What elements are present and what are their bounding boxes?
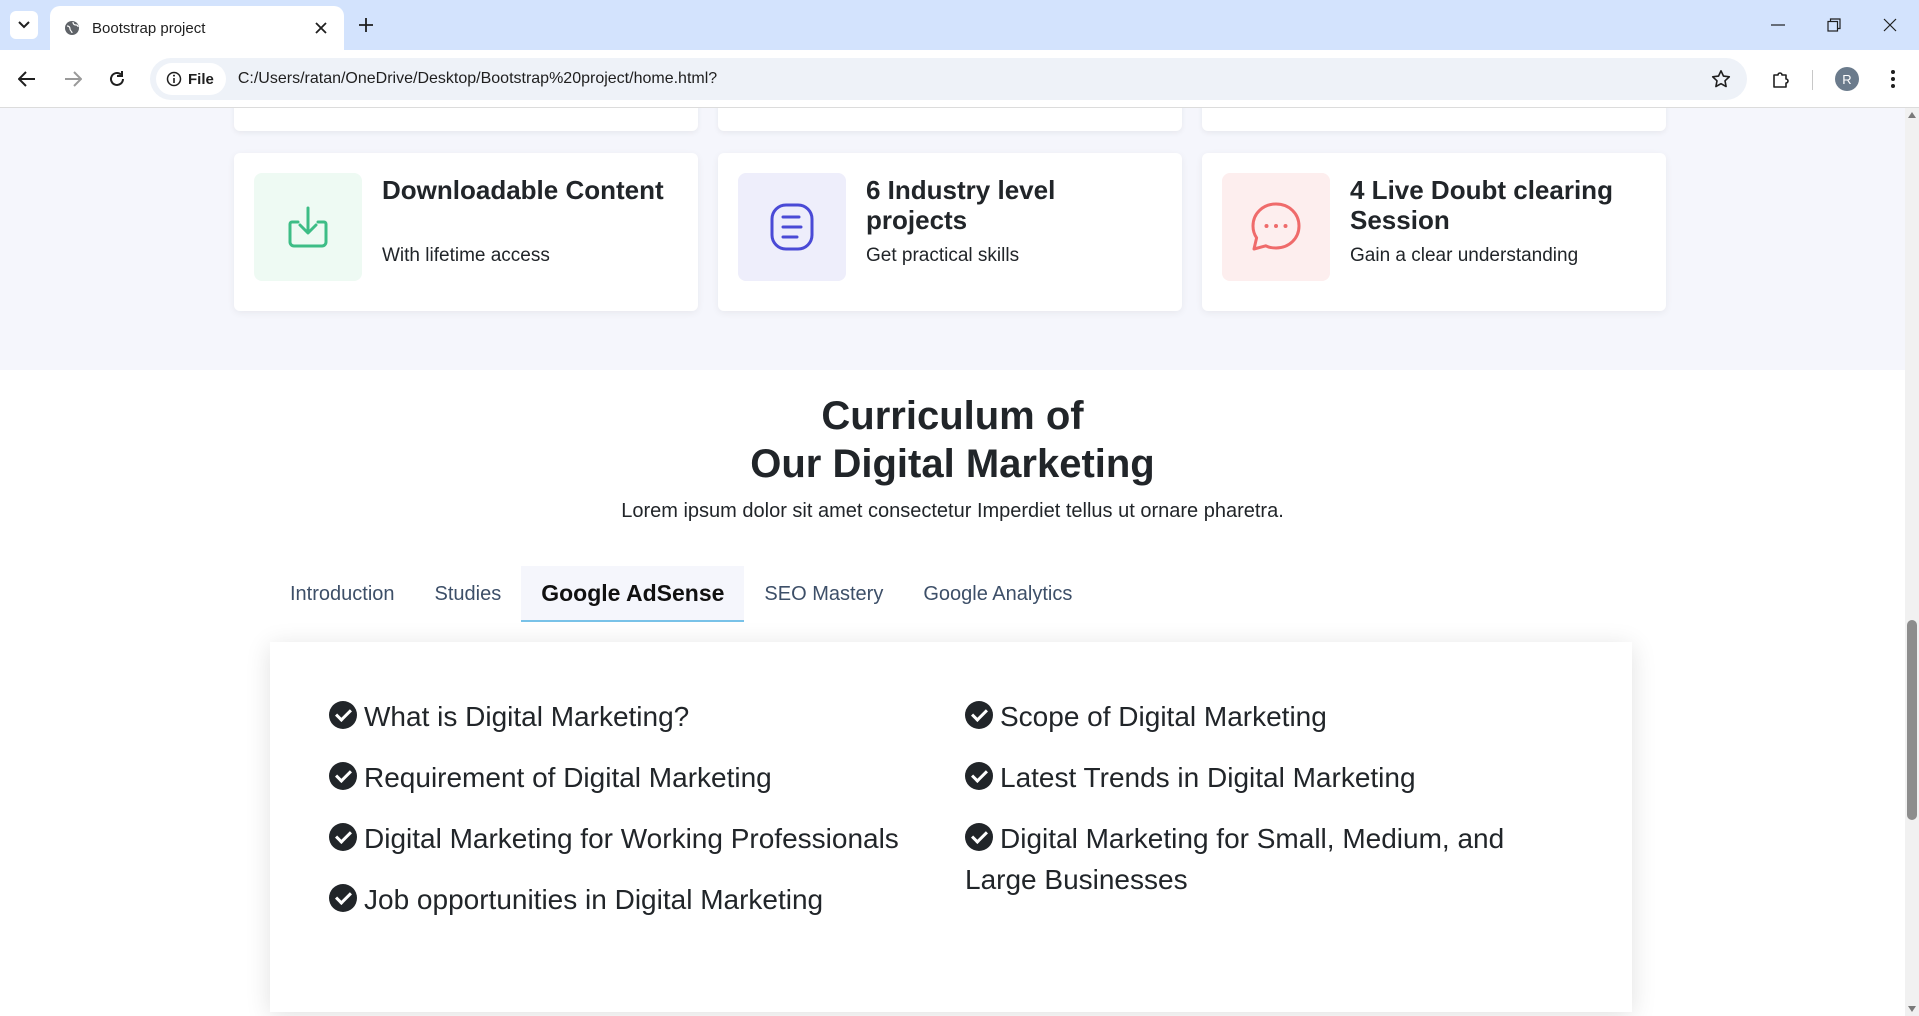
list-item: Job opportunities in Digital Marketing [329, 879, 929, 920]
arrow-right-icon [65, 71, 82, 87]
feature-subtitle: Get practical skills [866, 245, 1020, 266]
list-item-label: Job opportunities in Digital Marketing [364, 884, 824, 915]
list-item: Digital Marketing for Working Profession… [329, 818, 929, 859]
browser-menu-button[interactable] [1876, 62, 1910, 96]
feature-icon-box [254, 173, 362, 281]
list-item: Requirement of Digital Marketing [329, 757, 929, 798]
feature-subtitle: Gain a clear understanding [1350, 245, 1579, 266]
tab-google-analytics[interactable]: Google Analytics [903, 566, 1092, 622]
check-circle-icon [965, 701, 993, 729]
restore-button[interactable] [1816, 10, 1852, 40]
feature-subtitle: With lifetime access [382, 245, 550, 266]
list-item-label: What is Digital Marketing? [364, 701, 690, 732]
curriculum-heading: Curriculum of Our Digital Marketing [0, 392, 1905, 488]
list-item-label: Digital Marketing for Working Profession… [364, 823, 899, 854]
address-bar[interactable]: File C:/Users/ratan/OneDrive/Desktop/Boo… [150, 58, 1747, 100]
scrollbar-thumb[interactable] [1907, 620, 1917, 820]
puzzle-icon [1773, 72, 1789, 88]
forward-button[interactable] [56, 62, 90, 96]
url-text[interactable]: C:/Users/ratan/OneDrive/Desktop/Bootstra… [238, 70, 1703, 88]
curriculum-title-line1: Curriculum of [821, 394, 1084, 438]
browser-tab[interactable]: Bootstrap project [50, 6, 344, 50]
feature-card-projects: 6 Industry level projects Get practical … [718, 153, 1182, 311]
check-circle-icon [329, 762, 357, 790]
feature-icon-box [1222, 173, 1330, 281]
extensions-button[interactable] [1764, 62, 1798, 96]
bookmark-button[interactable] [1703, 61, 1739, 97]
feature-card [234, 108, 698, 131]
site-info-chip[interactable]: File [156, 63, 226, 95]
arrow-left-icon [18, 71, 35, 87]
feature-card-downloadable: Downloadable Content With lifetime acces… [234, 153, 698, 311]
list-item: Latest Trends in Digital Marketing [965, 757, 1525, 798]
minimize-icon [1771, 24, 1785, 26]
tab-seo-mastery[interactable]: SEO Mastery [744, 566, 903, 622]
page-scrollbar[interactable] [1905, 108, 1919, 1016]
toolbar-divider [1812, 70, 1813, 90]
browser-tabstrip: Bootstrap project [0, 0, 1919, 50]
browser-toolbar: File C:/Users/ratan/OneDrive/Desktop/Boo… [0, 50, 1919, 108]
list-item: Scope of Digital Marketing [965, 696, 1525, 737]
back-button[interactable] [10, 62, 44, 96]
close-window-button[interactable] [1872, 10, 1908, 40]
feature-card [1202, 108, 1666, 131]
new-tab-button[interactable] [352, 11, 380, 39]
close-icon [315, 22, 327, 34]
curriculum-subtitle: Lorem ipsum dolor sit amet consectetur I… [621, 500, 1284, 522]
check-circle-icon [329, 823, 357, 851]
kebab-menu-icon [1891, 70, 1895, 88]
tab-studies[interactable]: Studies [415, 566, 522, 622]
restore-icon [1827, 18, 1841, 32]
feature-card [718, 108, 1182, 131]
reload-icon [110, 71, 124, 86]
check-circle-icon [329, 884, 357, 912]
profile-button[interactable]: R [1830, 62, 1864, 96]
check-circle-icon [965, 823, 993, 851]
site-chip-label: File [188, 70, 214, 88]
curriculum-panel: What is Digital Marketing? Requirement o… [270, 642, 1632, 1012]
close-icon [1883, 18, 1897, 32]
list-item-label: Digital Marketing for Small, Medium, and… [965, 823, 1505, 895]
list-item: Digital Marketing for Small, Medium, and… [965, 818, 1525, 900]
page-viewport: Downloadable Content With lifetime acces… [0, 108, 1905, 1016]
curriculum-column-right: Scope of Digital Marketing Latest Trends… [965, 696, 1525, 920]
feature-icon-box [738, 173, 846, 281]
plus-icon [359, 18, 373, 32]
info-icon [166, 71, 182, 87]
scroll-down-arrow-icon[interactable] [1908, 1006, 1916, 1012]
curriculum-tabs: Introduction Studies Google AdSense SEO … [270, 566, 1092, 622]
feature-card-doubt-sessions: 4 Live Doubt clearing Session Gain a cle… [1202, 153, 1666, 311]
feature-title: 4 Live Doubt clearing Session [1350, 175, 1613, 235]
document-icon [770, 203, 814, 251]
list-item-label: Requirement of Digital Marketing [364, 762, 772, 793]
minimize-button[interactable] [1760, 10, 1796, 40]
download-icon [288, 206, 328, 248]
chevron-down-icon [18, 21, 30, 29]
tab-google-adsense[interactable]: Google AdSense [521, 566, 745, 622]
feature-title: Downloadable Content [382, 175, 664, 205]
check-circle-icon [965, 762, 993, 790]
list-item-label: Scope of Digital Marketing [1000, 701, 1327, 732]
check-circle-icon [329, 701, 357, 729]
reload-button[interactable] [100, 62, 134, 96]
globe-icon [65, 21, 79, 35]
star-icon [1711, 70, 1731, 88]
tab-title: Bootstrap project [92, 19, 206, 37]
list-item: What is Digital Marketing? [329, 696, 929, 737]
features-section: Downloadable Content With lifetime acces… [0, 108, 1905, 370]
curriculum-title-line2: Our Digital Marketing [750, 442, 1155, 486]
close-tab-button[interactable] [310, 17, 332, 39]
scroll-up-arrow-icon[interactable] [1908, 112, 1916, 118]
tab-introduction[interactable]: Introduction [270, 566, 415, 622]
chat-bubble-icon [1251, 202, 1301, 251]
tab-search-button[interactable] [10, 11, 38, 39]
list-item-label: Latest Trends in Digital Marketing [1000, 762, 1416, 793]
curriculum-column-left: What is Digital Marketing? Requirement o… [329, 696, 929, 940]
avatar: R [1835, 67, 1859, 91]
feature-title: 6 Industry level projects [866, 175, 1056, 235]
